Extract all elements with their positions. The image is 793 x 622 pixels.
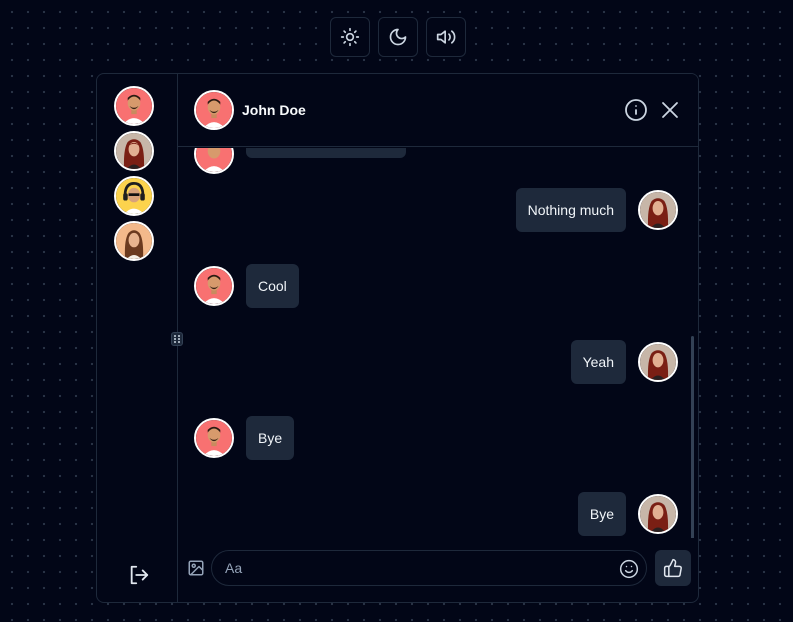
- message-row: Bye: [577, 492, 678, 536]
- chat-contact-name: John Doe: [242, 102, 306, 118]
- image-icon: [188, 560, 204, 576]
- sidebar-resize-handle[interactable]: [171, 332, 183, 346]
- message-bubble-partial: [246, 148, 406, 158]
- message-avatar: [638, 342, 678, 382]
- woman-red-hair-avatar: [640, 344, 676, 380]
- contacts-sidebar: [97, 74, 178, 602]
- message-list[interactable]: Nothing much Cool Yeah Bye Bye: [178, 148, 698, 538]
- message-avatar: [194, 148, 234, 174]
- sun-icon: [340, 27, 360, 47]
- man-headphones-avatar: [116, 178, 152, 214]
- contact-avatar-woman-2[interactable]: [114, 221, 154, 261]
- man-avatar: [196, 148, 232, 172]
- message-row: Bye: [194, 416, 295, 460]
- message-bubble: Yeah: [570, 340, 626, 384]
- emoji-button[interactable]: [619, 559, 639, 579]
- thumbs-up-icon: [663, 558, 682, 578]
- message-row: Nothing much: [515, 188, 678, 232]
- woman-red-hair-avatar: [116, 133, 152, 169]
- sound-toggle-button[interactable]: [426, 17, 466, 57]
- message-input[interactable]: [212, 551, 646, 585]
- contact-avatar-man-2[interactable]: [114, 176, 154, 216]
- message-avatar: [638, 494, 678, 534]
- message-bubble: Nothing much: [515, 188, 626, 232]
- message-avatar: [638, 190, 678, 230]
- info-icon: [625, 99, 647, 121]
- dark-mode-button[interactable]: [378, 17, 418, 57]
- info-button[interactable]: [624, 98, 648, 122]
- theme-toolbar: [330, 17, 466, 57]
- moon-icon: [389, 28, 407, 46]
- message-scrollbar[interactable]: [691, 336, 694, 538]
- man-avatar: [196, 420, 232, 456]
- chat-window: John Doe Nothing much Cool Yeah Bye Bye …: [96, 73, 699, 603]
- close-icon: [662, 102, 678, 118]
- light-mode-button[interactable]: [330, 17, 370, 57]
- message-avatar: [194, 266, 234, 306]
- contact-avatar-woman-1[interactable]: [114, 131, 154, 171]
- contact-list: [114, 86, 154, 261]
- chat-contact-avatar: [194, 90, 234, 130]
- header-actions: [624, 98, 682, 122]
- message-bubble: Bye: [577, 492, 626, 536]
- man-avatar: [196, 92, 232, 128]
- message-partial: [194, 148, 234, 174]
- volume-icon: [436, 30, 456, 44]
- logout-icon: [130, 565, 149, 585]
- message-avatar: [194, 418, 234, 458]
- contact-avatar-john[interactable]: [114, 86, 154, 126]
- message-input-wrapper: [211, 550, 647, 586]
- close-chat-button[interactable]: [658, 98, 682, 122]
- woman-red-hair-avatar: [640, 496, 676, 532]
- message-row: Cool: [194, 264, 299, 308]
- send-like-button[interactable]: [655, 550, 691, 586]
- message-bubble: Bye: [246, 416, 295, 460]
- message-bubble: Cool: [246, 264, 299, 308]
- message-composer: [178, 538, 698, 602]
- woman-avatar: [116, 223, 152, 259]
- grip-icon: [174, 335, 180, 343]
- smile-icon: [619, 559, 639, 579]
- man-avatar: [116, 88, 152, 124]
- woman-red-hair-avatar: [640, 192, 676, 228]
- message-row: Yeah: [570, 340, 678, 384]
- attach-image-button[interactable]: [187, 559, 205, 577]
- logout-button[interactable]: [128, 564, 150, 586]
- chat-panel: John Doe Nothing much Cool Yeah Bye Bye …: [178, 74, 698, 602]
- chat-header: John Doe: [178, 74, 698, 147]
- man-avatar: [196, 268, 232, 304]
